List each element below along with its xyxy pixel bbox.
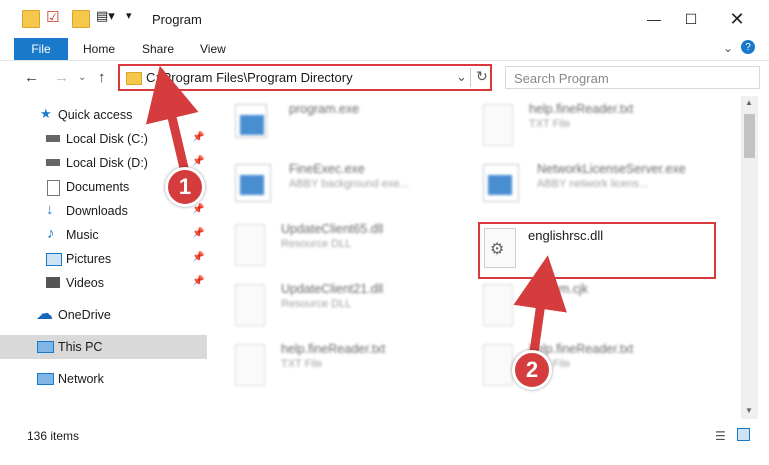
annotation-arrows [145, 65, 567, 357]
step-1-badge: 1 [165, 167, 205, 207]
arrow-step-2 [513, 255, 567, 357]
step-2-badge: 2 [512, 350, 552, 390]
arrow-step-1 [145, 65, 199, 173]
